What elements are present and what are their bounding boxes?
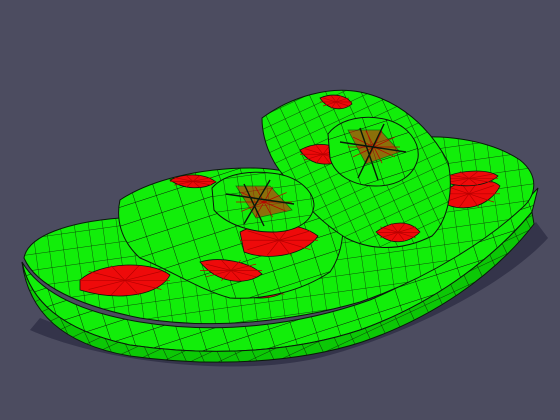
sandal-mesh-render[interactable]: [0, 0, 560, 420]
3d-viewport[interactable]: [0, 0, 560, 420]
